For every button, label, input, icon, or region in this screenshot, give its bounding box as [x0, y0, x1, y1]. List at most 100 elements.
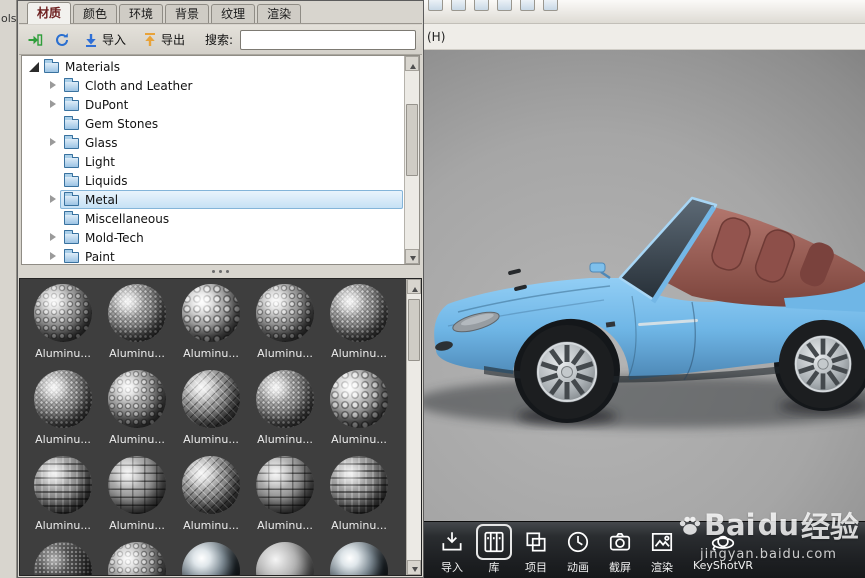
- material-swatch[interactable]: Aluminu...: [322, 365, 396, 451]
- search-input[interactable]: [240, 29, 416, 50]
- import-icon: [442, 532, 462, 551]
- ribbon-project-button[interactable]: 项目: [515, 526, 557, 575]
- scroll-up-button[interactable]: [407, 279, 421, 294]
- folder-icon: [64, 135, 79, 149]
- add-to-library-button[interactable]: [25, 30, 45, 50]
- material-swatch[interactable]: Aluminu...: [174, 451, 248, 537]
- material-swatch[interactable]: Aluminu...: [100, 451, 174, 537]
- scrollbar-thumb[interactable]: [408, 299, 420, 361]
- menu-bar-fragment[interactable]: (H): [424, 24, 865, 50]
- scroll-down-button[interactable]: [405, 249, 419, 264]
- material-swatch[interactable]: Aluminu...: [322, 537, 396, 575]
- material-swatch[interactable]: Aluminu...: [26, 279, 100, 365]
- material-swatch-label: Aluminu...: [257, 433, 313, 446]
- window-toolbar-icon[interactable]: [543, 0, 558, 11]
- material-sphere-icon: [108, 456, 166, 514]
- material-sphere-icon: [256, 456, 314, 514]
- expand-arrow-icon[interactable]: [47, 136, 60, 149]
- material-swatch[interactable]: Aluminu...: [100, 365, 174, 451]
- tree-item-light[interactable]: Light: [23, 152, 403, 171]
- grid-scrollbar[interactable]: [406, 279, 421, 575]
- tab-material[interactable]: 材质: [27, 2, 72, 24]
- expand-arrow-icon[interactable]: [47, 193, 60, 206]
- scrollbar-thumb[interactable]: [406, 104, 418, 176]
- splitter-dot: [219, 270, 222, 273]
- add-to-library-icon: [28, 33, 43, 46]
- material-swatch[interactable]: Aluminu...: [174, 279, 248, 365]
- tab-texture[interactable]: 纹理: [211, 4, 256, 23]
- window-toolbar-icon[interactable]: [520, 0, 535, 11]
- material-swatch[interactable]: Aluminu...: [248, 537, 322, 575]
- window-toolbar-icon[interactable]: [451, 0, 466, 11]
- material-sphere-icon: [108, 370, 166, 428]
- material-swatch[interactable]: Aluminu...: [248, 365, 322, 451]
- window-toolbar-icon[interactable]: [474, 0, 489, 11]
- tree-item-label: Metal: [85, 192, 119, 207]
- tree-item-label: Gem Stones: [85, 116, 159, 131]
- material-swatch[interactable]: Aluminu...: [322, 279, 396, 365]
- tree-item-gem-stones[interactable]: Gem Stones: [23, 114, 403, 133]
- material-swatch[interactable]: Aluminu...: [174, 365, 248, 451]
- tree-item-glass[interactable]: Glass: [23, 133, 403, 152]
- ribbon-item-label: 截屏: [609, 561, 631, 574]
- expand-arrow-icon[interactable]: [47, 98, 60, 111]
- ribbon-animation-button[interactable]: 动画: [557, 526, 599, 575]
- tree-item-cloth-and-leather[interactable]: Cloth and Leather: [23, 76, 403, 95]
- material-swatch[interactable]: Aluminu...: [248, 279, 322, 365]
- material-sphere-icon: [330, 542, 388, 575]
- material-sphere-icon: [182, 370, 240, 428]
- material-swatch[interactable]: Aluminu...: [26, 451, 100, 537]
- window-toolbar-icon[interactable]: [497, 0, 512, 11]
- material-swatch[interactable]: Aluminu...: [100, 279, 174, 365]
- expand-arrow-icon[interactable]: [27, 60, 40, 73]
- scroll-up-button[interactable]: [405, 56, 419, 71]
- tree-scrollbar[interactable]: [404, 56, 419, 264]
- material-swatch[interactable]: Aluminu...: [322, 451, 396, 537]
- project-icon: [526, 532, 546, 552]
- material-swatch-label: Aluminu...: [257, 347, 313, 360]
- material-swatch[interactable]: Aluminu...: [100, 537, 174, 575]
- realtime-viewport[interactable]: Bai du 经验 jingyan.baidu.com 导入 库 项目 动画 截…: [424, 50, 865, 578]
- ribbon-import-button[interactable]: 导入: [431, 526, 473, 575]
- expand-arrow-icon[interactable]: [47, 79, 60, 92]
- tree-item-label: Paint: [85, 249, 115, 264]
- tab-render[interactable]: 渲染: [257, 4, 302, 23]
- tree-item-paint[interactable]: Paint: [23, 247, 403, 264]
- expand-arrow-icon[interactable]: [47, 250, 60, 263]
- tree-item-mold-tech[interactable]: Mold-Tech: [23, 228, 403, 247]
- material-swatch[interactable]: Aluminu...: [174, 537, 248, 575]
- tree-item-miscellaneous[interactable]: Miscellaneous: [23, 209, 403, 228]
- tab-backplate[interactable]: 背景: [165, 4, 210, 23]
- tab-environment[interactable]: 环境: [119, 4, 164, 23]
- tab-color[interactable]: 颜色: [73, 4, 118, 23]
- folder-icon: [64, 211, 79, 225]
- material-swatch-label: Aluminu...: [183, 433, 239, 446]
- material-swatch[interactable]: Aluminu...: [26, 365, 100, 451]
- material-swatch[interactable]: Aluminu...: [248, 451, 322, 537]
- ribbon-library-button[interactable]: 库: [473, 526, 515, 575]
- tree-item-dupont[interactable]: DuPont: [23, 95, 403, 114]
- scroll-down-button[interactable]: [407, 560, 421, 575]
- refresh-button[interactable]: [52, 30, 72, 50]
- tree-item-metal[interactable]: Metal: [23, 190, 403, 209]
- import-button[interactable]: 导入: [79, 28, 131, 51]
- expand-arrow-icon[interactable]: [47, 231, 60, 244]
- material-swatch[interactable]: Aluminu...: [26, 537, 100, 575]
- watermark-brand-suffix: du: [757, 508, 799, 542]
- ribbon-screenshot-button[interactable]: 截屏: [599, 526, 641, 575]
- tree-item-label: DuPont: [85, 97, 129, 112]
- library-tabbar: 材质 颜色 环境 背景 纹理 渲染: [19, 2, 422, 24]
- animation-icon: [567, 531, 589, 553]
- ribbon-render-button[interactable]: 渲染: [641, 526, 683, 575]
- watermark-brand-prefix: Bai: [703, 508, 756, 542]
- tree-item-label: Liquids: [85, 173, 128, 188]
- panel-splitter[interactable]: [19, 265, 422, 278]
- help-menu-fragment[interactable]: (H): [427, 30, 445, 44]
- folder-icon: [64, 230, 79, 244]
- tree-item-label: Materials: [65, 59, 121, 74]
- window-toolbar-icon[interactable]: [428, 0, 443, 11]
- tree-item-liquids[interactable]: Liquids: [23, 171, 403, 190]
- tree-item-materials[interactable]: Materials: [23, 57, 403, 76]
- export-button[interactable]: 导出: [138, 28, 190, 51]
- folder-icon: [44, 59, 59, 73]
